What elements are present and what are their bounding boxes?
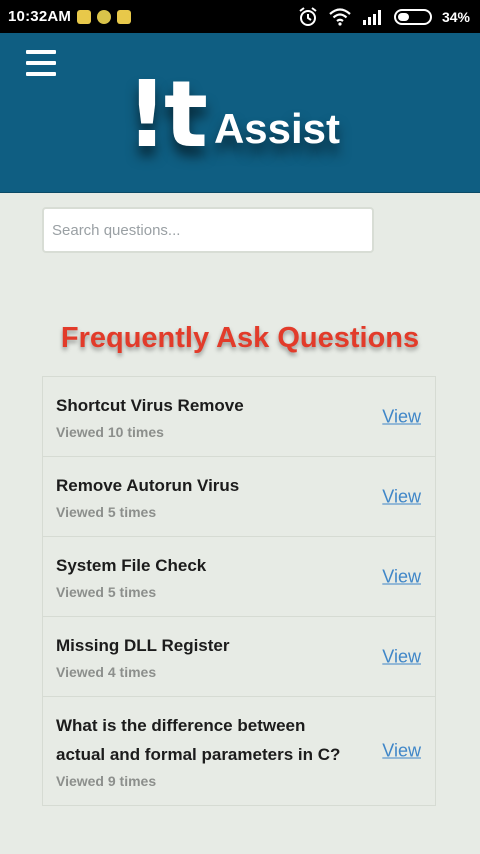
alarm-clock-icon <box>299 6 317 26</box>
battery-icon <box>393 8 432 25</box>
view-link[interactable]: View <box>382 646 421 667</box>
whatsapp-icon <box>97 9 112 24</box>
faq-view-count: Viewed 10 times <box>56 424 164 440</box>
view-link[interactable]: View <box>382 486 421 507</box>
status-right: 34% <box>298 6 470 27</box>
faq-item: System File Check Viewed 5 times View <box>42 537 436 617</box>
search-input[interactable] <box>44 209 372 251</box>
faq-section-title: Frequently Ask Questions <box>60 322 420 354</box>
faq-question: Shortcut Virus Remove <box>56 396 244 415</box>
faq-item: Remove Autorun Virus Viewed 5 times View <box>42 457 436 537</box>
hamburger-menu-icon[interactable] <box>26 50 58 76</box>
status-time: 10:32AM <box>8 8 72 25</box>
faq-item: What is the difference between actual an… <box>42 697 436 806</box>
logo-word: Assist <box>213 105 340 152</box>
menu-bar-bottom <box>26 72 56 76</box>
faq-question: Remove Autorun Virus <box>56 476 240 495</box>
faq-item: Shortcut Virus Remove Viewed 10 times Vi… <box>42 377 436 457</box>
faq-question: Missing DLL Register <box>56 636 230 655</box>
faq-view-count: Viewed 4 times <box>56 664 157 680</box>
faq-question: System File Check <box>56 556 207 575</box>
view-link[interactable]: View <box>382 566 421 587</box>
menu-bar-top <box>26 50 56 54</box>
faq-question: What is the difference between actual an… <box>56 716 341 764</box>
logo-mark: !t <box>126 61 208 168</box>
view-link[interactable]: View <box>382 741 421 762</box>
faq-view-count: Viewed 5 times <box>56 504 157 520</box>
search-box <box>42 207 374 253</box>
app-header: !t Assist <box>0 33 480 193</box>
wifi-icon <box>329 7 351 26</box>
app-logo: !t Assist <box>126 51 340 161</box>
status-left: 10:32AM <box>8 8 132 25</box>
faq-item: Missing DLL Register Viewed 4 times View <box>42 617 436 697</box>
faq-list: Shortcut Virus Remove Viewed 10 times Vi… <box>42 376 436 806</box>
faq-view-count: Viewed 5 times <box>56 584 157 600</box>
faq-view-count: Viewed 9 times <box>56 773 157 789</box>
notification-app-icon <box>77 9 92 24</box>
menu-bar-middle <box>26 61 56 65</box>
battery-percent: 34% <box>441 8 470 25</box>
status-bar: 10:32AM 34% <box>0 0 480 33</box>
signal-bars-icon <box>362 9 381 25</box>
view-link[interactable]: View <box>382 406 421 427</box>
notification-gallery-icon <box>117 9 132 24</box>
